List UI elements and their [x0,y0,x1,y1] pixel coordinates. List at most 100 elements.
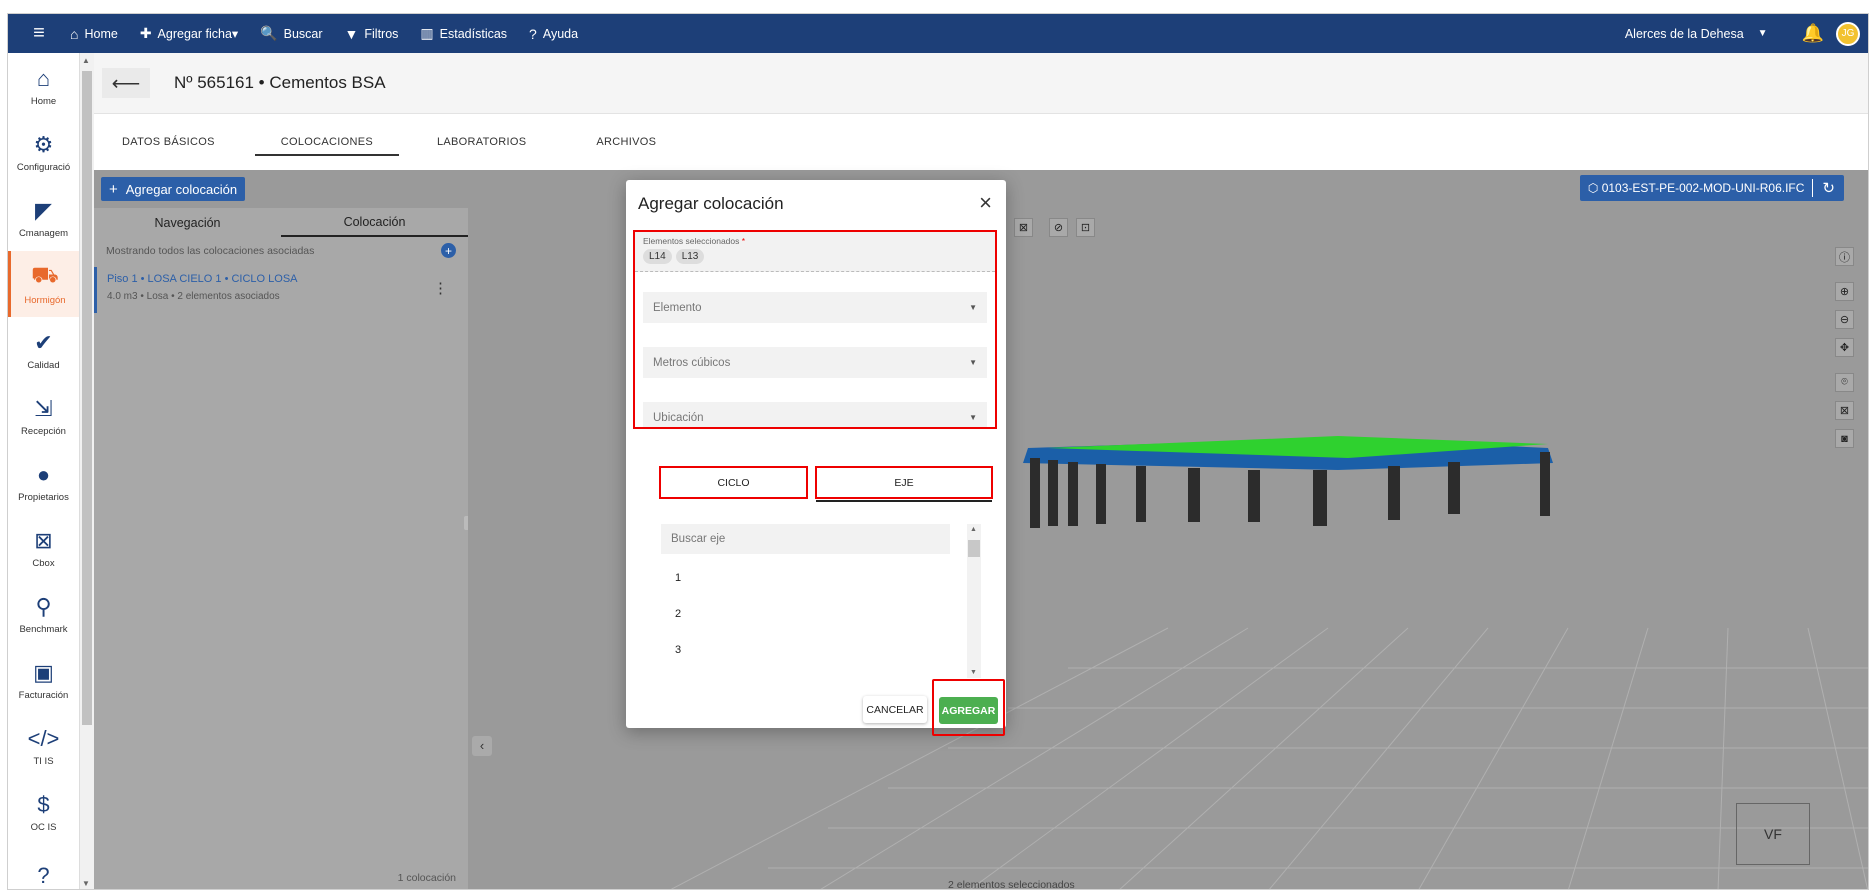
benchmark-icon: ⚲ [35,593,52,619]
nav-label: Home [84,26,118,41]
sidebar-item-cbox[interactable]: ⊠ Cbox [8,515,79,581]
metros-cubicos-label: Metros cúbicos [653,356,731,369]
section-icon[interactable]: ⊠ [1835,401,1854,420]
scroll-up-icon[interactable]: ▲ [970,526,977,533]
more-vert-icon[interactable]: ⋮ [433,279,448,297]
view-cube[interactable]: VF [1736,803,1810,865]
sidebar-item-home[interactable]: ⌂ Home [8,53,79,119]
sidebar-item-hormign[interactable]: ⛟ Hormigón [8,251,79,317]
check-icon: ✔ [34,329,53,355]
required-mark: * [741,236,746,246]
model-selector[interactable]: ⬡ 0103-EST-PE-002-MOD-UNI-R06.IFC ↻ [1579,175,1844,201]
code-icon: </> [27,725,60,751]
sidebar-item-label: Facturación [18,689,69,701]
zoom-out-icon[interactable]: ⊖ [1835,310,1854,329]
nav-estadísticas[interactable]: ▥ Estadísticas [420,25,507,42]
cancel-button[interactable]: CANCELAR [863,696,927,723]
list-scrollbar[interactable]: ▲ ▼ [967,524,981,678]
sidebar-item-label: Propietarios [18,491,69,503]
focus-icon[interactable]: ⌾ [1835,373,1854,392]
selection-count: 2 elementos seleccionados [948,879,1075,890]
bell-icon[interactable]: 🔔 [1802,23,1824,44]
list-item[interactable]: 3 [661,632,981,668]
nav-label: Filtros [364,26,399,41]
sidebar-item-configuraci[interactable]: ⚙ Configuració [8,119,79,185]
form-fields-group: Elementos seleccionados * L14 L13 Element… [633,230,997,429]
camera-icon[interactable]: ◙ [1835,429,1854,448]
eje-active-indicator [816,500,992,502]
sidebar-item-benchmark[interactable]: ⚲ Benchmark [8,581,79,647]
sidebar-item-tiis[interactable]: </> TI IS [8,713,79,779]
placement-panel: Navegación Colocación Mostrando todos la… [94,208,472,889]
sidebar-item-label: Cmanagem [18,227,69,239]
sidebar-item-ocis[interactable]: $ OC IS [8,779,79,845]
sidebar-item-cmanagem[interactable]: ◤ Cmanagem [8,185,79,251]
top-nav-bar: ≡ ⌂ Home ✚ Agregar ficha ▾ 🔍 Buscar ▼ Filtros ▥ E… [8,14,1868,53]
wheelbarrow-icon: ⛟ [31,262,59,287]
sidebar-item-calidad[interactable]: ✔ Calidad [8,317,79,383]
nav-label: Agregar ficha [157,26,232,41]
scrollbar-thumb[interactable] [968,540,980,557]
nav-ayuda[interactable]: ? Ayuda [529,26,578,42]
sidebar-item-propietarios[interactable]: ● Propietarios [8,449,79,515]
eye-off-icon[interactable]: ⊘ [1049,218,1068,237]
elemento-select[interactable]: Elemento ▼ [643,292,987,323]
dollar-icon: $ [37,791,50,817]
nav-buscar[interactable]: 🔍 Buscar [260,25,322,42]
sidebar-item-recepcin[interactable]: ⇲ Recepción [8,383,79,449]
ubicacion-select[interactable]: Ubicación ▼ [643,402,987,427]
tab-navegacion[interactable]: Navegación [94,208,281,237]
sidebar-item-label: TI IS [33,755,54,767]
sidebar-item-label: Home [30,95,57,107]
search-eje-input[interactable]: Buscar eje [661,524,950,554]
viewer-side-toolbar: ⓘ ⊕ ⊖ ✥ ⌾ ⊠ ◙ [1835,247,1854,457]
back-button[interactable]: ⟵ [102,68,150,98]
list-item[interactable]: 2 [661,596,981,632]
caret-down-icon: ▾ [231,27,239,41]
tab-colocaciones[interactable]: COLOCACIONES [254,114,400,170]
scroll-down-icon[interactable]: ▼ [82,879,90,888]
tab-archivos[interactable]: ARCHIVOS [568,114,684,170]
isolate-icon[interactable]: ⊡ [1076,218,1095,237]
scroll-up-icon[interactable]: ▲ [82,56,90,65]
tab-bar: DATOS BÁSICOS COLOCACIONES LABORATORIOS … [94,114,1868,170]
nav-home[interactable]: ⌂ Home [70,26,118,42]
element-chip[interactable]: L13 [675,249,705,264]
chevron-left-icon[interactable]: ‹ [472,736,492,756]
sidebar-item-help[interactable]: ? [8,845,79,889]
zoom-in-icon[interactable]: ⊕ [1835,282,1854,301]
list-item[interactable]: 1 [661,560,981,596]
sidebar-item-label: Cbox [32,557,55,569]
avatar[interactable]: JG [1836,21,1860,46]
menu-icon[interactable]: ≡ [8,22,70,45]
refresh-icon[interactable]: ↻ [1812,179,1844,197]
sidebar-scrollbar[interactable]: ▲ ▼ [80,53,94,889]
add-circle-icon[interactable]: + [441,243,456,258]
caret-down-icon[interactable]: ▼ [1758,28,1768,39]
list-item[interactable]: Piso 1 • LOSA CIELO 1 • CICLO LOSA 4.0 m… [94,267,468,313]
info-icon[interactable]: ⓘ [1835,247,1854,266]
metros-cubicos-select[interactable]: Metros cúbicos ▼ [643,347,987,378]
eje-toggle[interactable]: EJE [815,466,993,499]
add-placement-label: Agregar colocación [125,181,238,197]
hide-selection-icon[interactable]: ⊠ [1014,218,1033,237]
tab-datos-basicos[interactable]: DATOS BÁSICOS [94,114,243,170]
nav-agregar-ficha[interactable]: ✚ Agregar ficha ▾ [140,25,238,42]
element-chip[interactable]: L14 [643,249,672,264]
pan-icon[interactable]: ✥ [1835,338,1854,357]
selected-elements-field[interactable]: Elementos seleccionados * L14 L13 [635,232,995,272]
sidebar-item-facturacin[interactable]: ▣ Facturación [8,647,79,713]
agregar-button[interactable]: AGREGAR [939,697,998,724]
sidebar-item-label: Configuració [16,161,71,173]
nav-filtros[interactable]: ▼ Filtros [345,26,399,42]
scroll-down-icon[interactable]: ▼ [970,669,977,676]
close-icon[interactable]: × [979,190,992,216]
project-selector[interactable]: Alerces de la Dehesa [1625,27,1744,41]
scrollbar-thumb[interactable] [82,71,92,725]
ubicacion-label: Ubicación [653,411,704,424]
tab-colocacion[interactable]: Colocación [281,208,468,237]
app-window: ≡ ⌂ Home ✚ Agregar ficha ▾ 🔍 Buscar ▼ Filtros ▥ E… [7,13,1869,890]
tab-laboratorios[interactable]: LABORATORIOS [409,114,554,170]
ciclo-toggle[interactable]: CICLO [659,466,808,499]
add-placement-button[interactable]: + Agregar colocación [101,177,246,201]
